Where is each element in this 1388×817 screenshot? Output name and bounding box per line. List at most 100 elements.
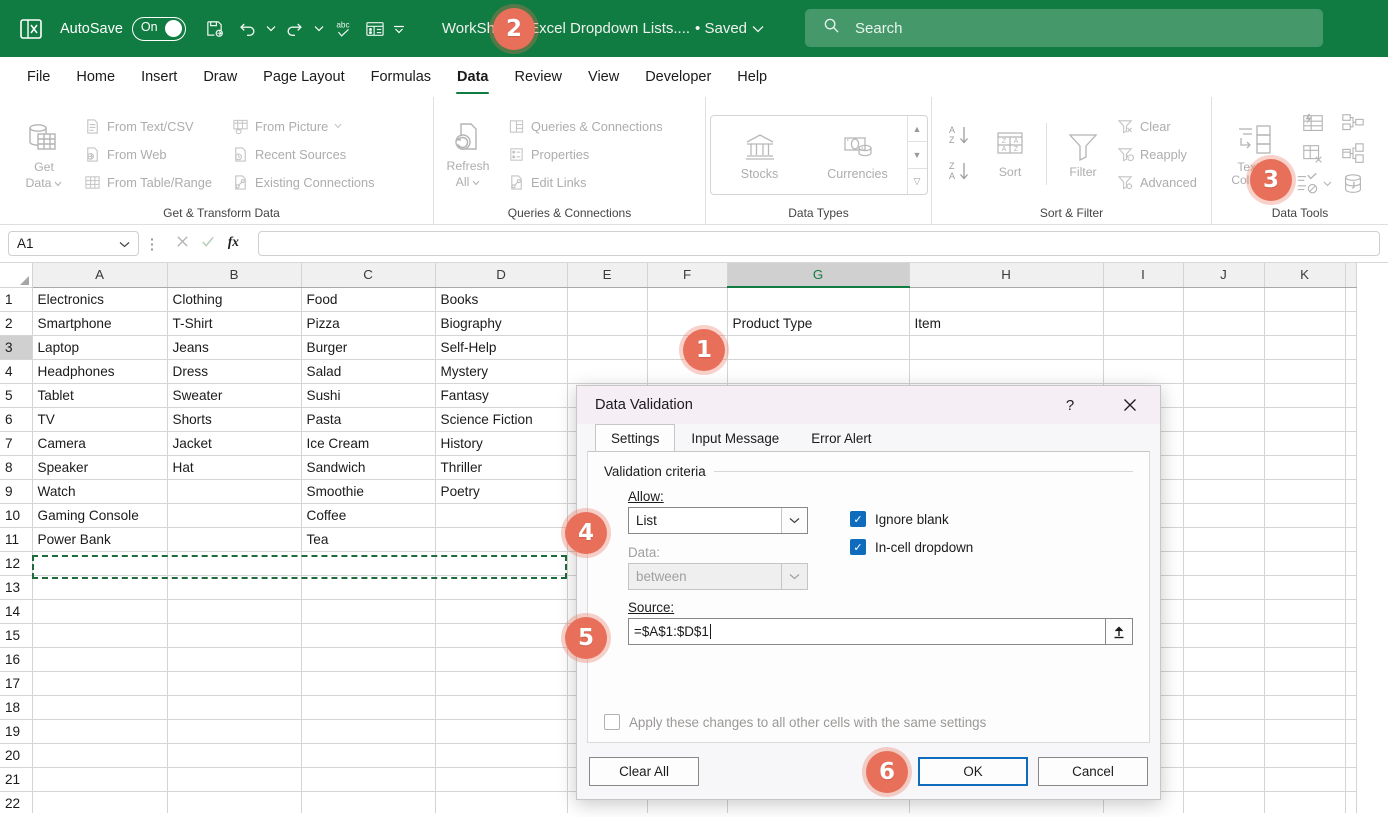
redo-icon[interactable] (280, 14, 310, 44)
cell-d16[interactable] (435, 647, 568, 672)
clear-all-button[interactable]: Clear All (589, 756, 699, 786)
column-header-e[interactable]: E (567, 263, 648, 288)
cell-k8[interactable] (1264, 455, 1346, 480)
spelling-icon[interactable]: abc (328, 14, 358, 44)
allow-chevron-down-icon[interactable] (781, 508, 807, 533)
redo-chevron-down-icon[interactable] (312, 14, 326, 44)
cell-j2[interactable] (1183, 311, 1265, 336)
cell-a22[interactable] (32, 791, 168, 813)
undo-icon[interactable] (232, 14, 262, 44)
apply-all-checkbox[interactable] (604, 714, 620, 730)
reapply-button[interactable]: Reapply (1113, 141, 1201, 167)
title-chevron-down-icon[interactable] (752, 20, 764, 37)
cell-c1[interactable]: Food (301, 287, 436, 312)
tab-data[interactable]: Data (444, 57, 501, 97)
ignore-blank-row[interactable]: ✓ Ignore blank (850, 511, 973, 527)
data-types-scroll-down[interactable]: ▼ (907, 142, 927, 169)
cell-b13[interactable] (167, 575, 302, 600)
cell-h2-item-header[interactable]: Item (909, 311, 1104, 336)
cell-a20[interactable] (32, 743, 168, 768)
cell-i2[interactable] (1103, 311, 1184, 336)
cell-b17[interactable] (167, 671, 302, 696)
cell-a2[interactable]: Smartphone (32, 311, 168, 336)
cell-b6[interactable]: Shorts (167, 407, 302, 432)
cell-k21[interactable] (1264, 767, 1346, 792)
autosave-toggle[interactable]: On (131, 16, 186, 41)
cell-b12[interactable] (167, 551, 302, 576)
row-header-19[interactable]: 19 (0, 719, 33, 744)
save-icon[interactable] (200, 14, 230, 44)
undo-chevron-down-icon[interactable] (264, 14, 278, 44)
cell-b15[interactable] (167, 623, 302, 648)
cell-k13[interactable] (1264, 575, 1346, 600)
cell-c22[interactable] (301, 791, 436, 813)
cell-k16[interactable] (1264, 647, 1346, 672)
from-table-range-button[interactable]: From Table/Range (80, 169, 216, 195)
cell-a9[interactable]: Watch (32, 479, 168, 504)
cell-k15[interactable] (1264, 623, 1346, 648)
cell-k3[interactable] (1264, 335, 1346, 360)
cell-j6[interactable] (1183, 407, 1265, 432)
cell-e1[interactable] (567, 287, 648, 312)
name-box-chevron-down-icon[interactable] (119, 236, 130, 251)
row-header-10[interactable]: 10 (0, 503, 33, 528)
enter-icon[interactable] (200, 234, 216, 254)
cell-k12[interactable] (1264, 551, 1346, 576)
cell-c15[interactable] (301, 623, 436, 648)
cell-b1[interactable]: Clothing (167, 287, 302, 312)
cell-i1[interactable] (1103, 287, 1184, 312)
cell-j9[interactable] (1183, 479, 1265, 504)
row-header-17[interactable]: 17 (0, 671, 33, 696)
row-header-21[interactable]: 21 (0, 767, 33, 792)
row-header-6[interactable]: 6 (0, 407, 33, 432)
row-header-5[interactable]: 5 (0, 383, 33, 408)
cell-d7[interactable]: History (435, 431, 568, 456)
cell-a14[interactable] (32, 599, 168, 624)
tab-view[interactable]: View (575, 57, 632, 97)
row-header-8[interactable]: 8 (0, 455, 33, 480)
sort-az-icon[interactable]: A Z (946, 123, 972, 149)
refresh-all-button[interactable]: Refresh All (440, 118, 496, 190)
cell-c21[interactable] (301, 767, 436, 792)
in-cell-dropdown-row[interactable]: ✓ In-cell dropdown (850, 539, 973, 555)
cell-e3[interactable] (567, 335, 648, 360)
cell-g1[interactable] (727, 287, 910, 312)
formula-input[interactable] (258, 231, 1380, 256)
advanced-filter-button[interactable]: Advanced (1113, 169, 1201, 195)
apply-all-row[interactable]: Apply these changes to all other cells w… (604, 714, 986, 730)
row-header-12[interactable]: 12 (0, 551, 33, 576)
row-header-1[interactable]: 1 (0, 287, 33, 312)
currencies-button[interactable]: Currencies (809, 116, 907, 194)
column-header-j[interactable]: J (1183, 263, 1265, 288)
tab-error-alert[interactable]: Error Alert (795, 424, 887, 451)
manage-data-model-icon[interactable] (1340, 172, 1366, 196)
row-header-18[interactable]: 18 (0, 695, 33, 720)
column-header-h[interactable]: H (909, 263, 1104, 288)
cancel-icon[interactable] (175, 234, 190, 254)
cell-j21[interactable] (1183, 767, 1265, 792)
row-header-16[interactable]: 16 (0, 647, 33, 672)
cell-c2[interactable]: Pizza (301, 311, 436, 336)
cell-k4[interactable] (1264, 359, 1346, 384)
cell-j15[interactable] (1183, 623, 1265, 648)
relationships-icon[interactable] (1340, 142, 1366, 166)
cell-k17[interactable] (1264, 671, 1346, 696)
cell-d5[interactable]: Fantasy (435, 383, 568, 408)
from-picture-button[interactable]: From Picture (228, 113, 379, 139)
cell-k7[interactable] (1264, 431, 1346, 456)
cell-b4[interactable]: Dress (167, 359, 302, 384)
cell-k22[interactable] (1264, 791, 1346, 813)
cell-c8[interactable]: Sandwich (301, 455, 436, 480)
data-types-more[interactable]: ▽ (908, 169, 927, 194)
cell-d1[interactable]: Books (435, 287, 568, 312)
cell-c3[interactable]: Burger (301, 335, 436, 360)
cell-a7[interactable]: Camera (32, 431, 168, 456)
cell-c19[interactable] (301, 719, 436, 744)
cell-c5[interactable]: Sushi (301, 383, 436, 408)
cell-b16[interactable] (167, 647, 302, 672)
column-header-f[interactable]: F (647, 263, 728, 288)
cell-k20[interactable] (1264, 743, 1346, 768)
cell-c6[interactable]: Pasta (301, 407, 436, 432)
cell-j13[interactable] (1183, 575, 1265, 600)
column-header-c[interactable]: C (301, 263, 436, 288)
